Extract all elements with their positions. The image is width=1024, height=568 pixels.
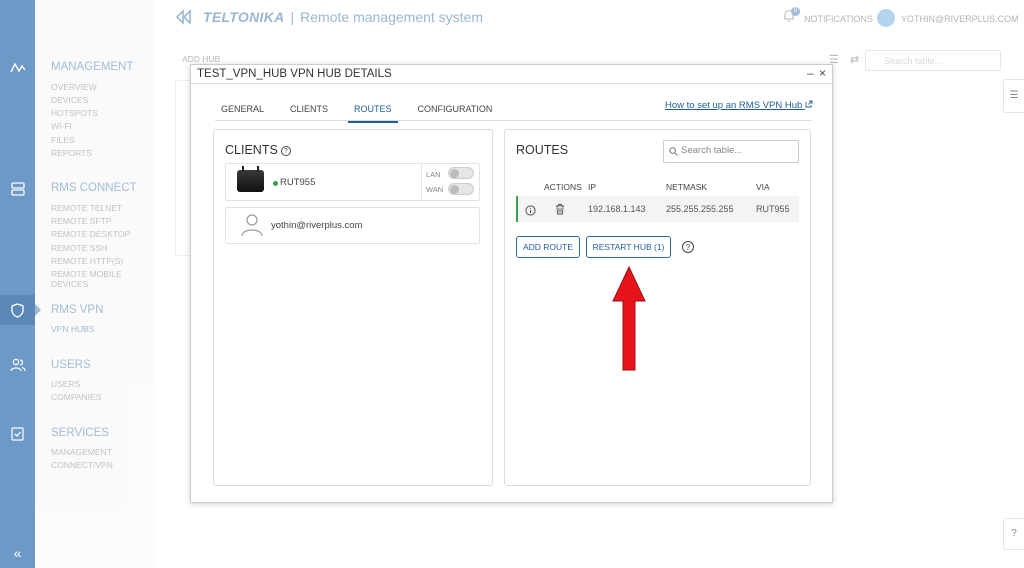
tab-routes[interactable]: ROUTES [348,102,398,123]
col-header-via[interactable]: VIA [756,182,770,192]
icon-rail: « [0,0,41,568]
clipboard-check-icon[interactable] [0,418,35,448]
lan-label: LAN [426,170,441,179]
menu-item-vpn-hubs[interactable]: VPN HUBS [51,324,94,334]
list-icon[interactable]: ☰ [1003,79,1024,113]
users-icon[interactable] [0,350,35,380]
clients-panel: CLIENTS? RUT955 LAN WAN yothin@riverplus… [213,129,493,486]
tab-clients[interactable]: CLIENTS [284,102,334,120]
activity-icon[interactable] [0,53,35,83]
tab-general[interactable]: GENERAL [215,102,270,120]
sidebar-menu: MANAGEMENT OVERVIEW DEVICES HOTSPOTS WI-… [35,0,155,568]
client-device-card[interactable]: RUT955 LAN WAN [225,163,480,201]
modal-header: TEST_VPN_HUB VPN HUB DETAILS – × [191,65,832,84]
clients-title: CLIENTS? [225,143,291,157]
info-icon[interactable] [525,203,536,221]
wan-toggle[interactable] [448,183,474,195]
external-link-icon [805,100,813,108]
menu-item-remote-mobile-devices[interactable]: REMOTE MOBILE DEVICES [51,269,155,289]
table-row: 192.168.1.143 255.255.255.255 RUT955 [516,196,799,222]
clients-help-icon[interactable]: ? [280,146,291,156]
notifications-badge: 0 [791,7,800,16]
shield-icon[interactable] [0,295,41,325]
menu-item-users[interactable]: USERS [51,379,80,389]
menu-item-management[interactable]: MANAGEMENT [51,447,112,457]
user-email[interactable]: YOTHIN@RIVERPLUS.COM [901,14,1019,24]
trash-icon[interactable] [555,202,565,220]
routes-panel: ROUTES ACTIONS IP NETMASK VIA 192.168.1.… [504,129,811,486]
menu-item-companies[interactable]: COMPANIES [51,392,101,402]
routes-search-field[interactable] [663,140,799,163]
modal-title: TEST_VPN_HUB VPN HUB DETAILS [197,68,392,80]
minimize-button[interactable]: – [807,66,814,80]
card-divider [421,164,422,200]
teltonika-logo-icon [175,9,191,25]
notifications-label[interactable]: NOTIFICATIONS [804,14,873,24]
close-button[interactable]: × [819,66,826,80]
brand-name: TELTONIKA [203,9,285,25]
help-icon[interactable]: ? [1003,518,1024,550]
routes-title: ROUTES [516,143,569,157]
user-email-client[interactable]: yothin@riverplus.com [271,220,362,231]
add-hub-link[interactable]: ADD HUB [182,54,220,64]
avatar[interactable] [877,9,895,27]
menu-item-remote-desktop[interactable]: REMOTE DESKTOP [51,229,130,239]
col-header-ip[interactable]: IP [588,182,596,192]
restart-help-icon[interactable]: ? [682,241,694,253]
menu-item-remote-sftp[interactable]: REMOTE SFTP [51,216,111,226]
menu-item-remote-telnet[interactable]: REMOTE TELNET [51,203,122,213]
user-icon [241,213,263,242]
menu-item-devices[interactable]: DEVICES [51,95,88,105]
col-header-actions: ACTIONS [544,182,582,192]
title-separator: | [290,9,295,25]
background-search-input[interactable]: Search table... [865,50,1001,71]
app-title: Remote management system [300,9,484,25]
client-user-card[interactable]: yothin@riverplus.com [225,207,480,244]
wan-label: WAN [426,185,444,194]
tab-configuration[interactable]: CONFIGURATION [412,102,499,120]
clients-title-text: CLIENTS [225,143,278,157]
tabs-divider [215,120,812,121]
menu-item-reports[interactable]: REPORTS [51,148,92,158]
menu-section-services[interactable]: SERVICES [51,427,109,439]
howto-link-text[interactable]: How to set up an RMS VPN Hub [665,100,802,111]
online-status-dot [273,181,278,186]
cell-netmask: 255.255.255.255 [666,204,734,214]
menu-item-remote-https[interactable]: REMOTE HTTP(S) [51,256,123,266]
device-name[interactable]: RUT955 [280,177,315,188]
menu-item-remote-ssh[interactable]: REMOTE SSH [51,243,107,253]
red-arrow-annotation [612,265,646,371]
menu-section-rms-connect[interactable]: RMS CONNECT [51,182,137,194]
add-route-button[interactable]: ADD ROUTE [516,236,580,258]
lan-toggle[interactable] [448,167,474,179]
logo: TELTONIKA | Remote management system [175,9,483,25]
routes-search-input[interactable] [681,145,793,156]
router-icon [237,166,264,192]
search-icon [669,147,678,156]
menu-section-rms-vpn[interactable]: RMS VPN [51,304,103,316]
restart-hub-button[interactable]: RESTART HUB (1) [586,236,671,258]
vpn-hub-details-modal: TEST_VPN_HUB VPN HUB DETAILS – × GENERAL… [190,64,833,503]
menu-section-management[interactable]: MANAGEMENT [51,61,133,73]
menu-section-users[interactable]: USERS [51,359,91,371]
col-header-netmask[interactable]: NETMASK [666,182,707,192]
refresh-icon[interactable]: ⇄ [850,53,859,66]
menu-item-overview[interactable]: OVERVIEW [51,82,97,92]
menu-item-wifi[interactable]: WI-FI [51,121,72,131]
cell-via: RUT955 [756,204,790,214]
modal-tabs: GENERAL CLIENTS ROUTES CONFIGURATION [215,102,499,123]
menu-item-connect-vpn[interactable]: CONNECT/VPN [51,460,113,470]
server-icon[interactable] [0,174,35,204]
menu-item-files[interactable]: FILES [51,135,75,145]
cell-ip: 192.168.1.143 [588,204,646,214]
menu-item-hotspots[interactable]: HOTSPOTS [51,108,98,118]
howto-link[interactable]: How to set up an RMS VPN Hub [665,100,813,111]
collapse-sidebar-icon[interactable]: « [0,538,35,568]
